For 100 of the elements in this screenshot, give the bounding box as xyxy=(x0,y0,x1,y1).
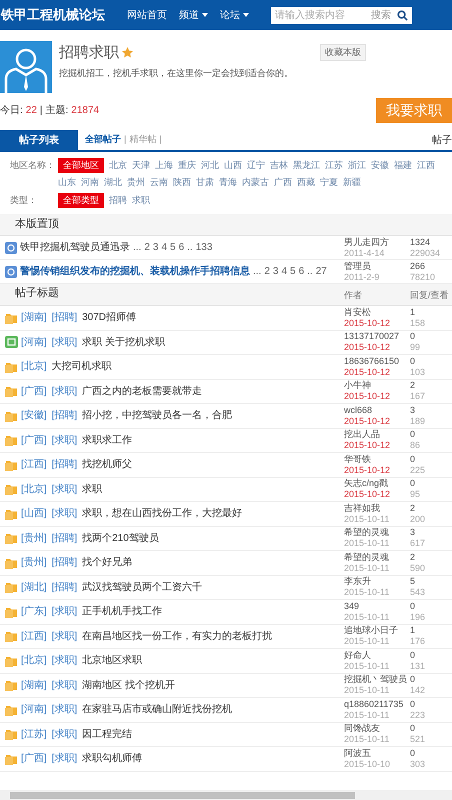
filter-option[interactable]: 陕西 xyxy=(173,175,191,190)
favorite-button[interactable]: 收藏本版 xyxy=(320,44,366,61)
filter-option[interactable]: 全部类型 xyxy=(58,193,104,208)
filter-option[interactable]: 安徽 xyxy=(371,158,389,173)
tag-link[interactable]: [求职] xyxy=(52,604,78,620)
tag-link[interactable]: [北京] xyxy=(21,482,47,497)
tag-link[interactable]: [求职] xyxy=(52,482,78,497)
author-name[interactable]: 小牛神 xyxy=(344,380,410,392)
filter-option[interactable]: 山东 xyxy=(58,175,76,190)
author-name[interactable]: 肖安松 xyxy=(344,306,410,318)
tag-link[interactable]: [求职] xyxy=(52,384,78,399)
thread-title[interactable]: 广西之内的老板需要就带走 xyxy=(82,384,202,399)
tag-link[interactable]: [江苏] xyxy=(21,726,47,742)
tag-link[interactable]: [求职] xyxy=(52,653,78,668)
filter-option[interactable]: 全部地区 xyxy=(58,158,104,173)
author-name[interactable]: 希望的灵魂 xyxy=(344,527,410,538)
thread-title[interactable]: 在南昌地区找一份工作，有实力的老板打扰 xyxy=(82,628,272,644)
tag-link[interactable]: [招聘] xyxy=(52,457,78,472)
thread-title[interactable]: 正手机机手找工作 xyxy=(82,604,162,620)
page-link[interactable]: 2 xyxy=(144,240,150,255)
search-icon[interactable] xyxy=(397,10,408,20)
filter-option[interactable]: 重庆 xyxy=(178,158,196,173)
tag-link[interactable]: [河南] xyxy=(21,334,47,350)
thread-title[interactable]: 因工程完结 xyxy=(82,726,132,742)
page-link[interactable]: .. xyxy=(307,264,313,279)
page-link[interactable]: 4 xyxy=(281,264,288,279)
tag-link[interactable]: [贵州] xyxy=(21,555,47,570)
author-name[interactable]: 同馋战友 xyxy=(344,723,410,734)
filter-option[interactable]: 江苏 xyxy=(325,158,343,173)
filter-option[interactable]: 甘肃 xyxy=(196,175,214,190)
tag-link[interactable]: [湖南] xyxy=(21,310,47,326)
tag-link[interactable]: [求职] xyxy=(52,726,78,742)
filter-option[interactable]: 黑龙江 xyxy=(293,158,320,173)
tag-link[interactable]: [北京] xyxy=(21,359,47,374)
page-link[interactable]: 3 xyxy=(272,264,278,279)
author-name[interactable]: 华哥铁 xyxy=(344,454,410,465)
filter-option[interactable]: 浙江 xyxy=(348,158,366,173)
author-name[interactable]: 挖出人品 xyxy=(344,429,410,440)
author-name[interactable]: 349 xyxy=(344,600,410,612)
thread-title[interactable]: 求职 关于挖机求职 xyxy=(82,334,165,350)
page-link[interactable]: ... xyxy=(133,240,142,255)
tag-link[interactable]: [求职] xyxy=(52,751,78,766)
page-link[interactable]: 4 xyxy=(161,240,168,255)
filter-tab[interactable]: 精华帖 xyxy=(129,133,156,147)
page-link[interactable]: 133 xyxy=(196,240,212,255)
filter-option[interactable]: 贵州 xyxy=(127,175,145,190)
author-name[interactable]: 矢志c/ng戳 xyxy=(344,478,410,490)
thread-title[interactable]: 湖南地区 找个挖机开 xyxy=(82,678,175,693)
filter-option[interactable]: 招聘 xyxy=(109,193,127,208)
search-field[interactable]: 请输入搜索内容 搜索 xyxy=(271,6,412,24)
filter-option[interactable]: 宁夏 xyxy=(320,175,338,190)
author-name[interactable]: 李东升 xyxy=(344,576,410,588)
tag-link[interactable]: [求职] xyxy=(52,334,78,350)
tag-link[interactable]: [江西] xyxy=(21,457,47,472)
author-name[interactable]: 希望的灵魂 xyxy=(344,552,410,563)
author-name[interactable]: 男儿走四方 xyxy=(344,236,410,248)
filter-option[interactable]: 山西 xyxy=(224,158,242,173)
page-link[interactable]: ... xyxy=(253,264,262,279)
tag-link[interactable]: [广西] xyxy=(21,432,47,448)
filter-option[interactable]: 云南 xyxy=(150,175,168,190)
filter-option[interactable]: 河南 xyxy=(81,175,99,190)
page-link[interactable]: 27 xyxy=(316,264,327,279)
filter-option[interactable]: 河北 xyxy=(201,158,219,173)
filter-option[interactable]: 求职 xyxy=(132,193,150,208)
page-link[interactable]: 5 xyxy=(170,240,176,255)
thread-title[interactable]: 找挖机师父 xyxy=(82,457,132,472)
filter-option[interactable]: 青海 xyxy=(219,175,237,190)
author-name[interactable]: 管理员 xyxy=(344,260,410,272)
tag-link[interactable]: [招聘] xyxy=(52,580,78,595)
thread-title[interactable]: 求职，想在山西找份工作，大挖最好 xyxy=(82,506,242,522)
tag-link[interactable]: [安徽] xyxy=(21,408,47,424)
filter-option[interactable]: 湖北 xyxy=(104,175,122,190)
author-name[interactable]: 18636766150 xyxy=(344,356,410,367)
tag-link[interactable]: [贵州] xyxy=(21,530,47,546)
thread-title[interactable]: 招小挖，中挖驾驶员各一名，合肥 xyxy=(82,408,232,424)
tag-link[interactable]: [求职] xyxy=(52,432,78,448)
filter-option[interactable]: 内蒙古 xyxy=(242,175,269,190)
tag-link[interactable]: [求职] xyxy=(52,628,78,644)
tag-link[interactable]: [河南] xyxy=(21,702,47,718)
tag-link[interactable]: [招聘] xyxy=(52,310,78,326)
scrollbar-thumb[interactable] xyxy=(10,792,355,798)
tag-link[interactable]: [湖南] xyxy=(21,678,47,693)
page-link[interactable]: 6 xyxy=(178,240,184,255)
author-name[interactable]: 追地球小日子 xyxy=(344,625,410,636)
tab[interactable]: 帖子列表 xyxy=(0,130,78,150)
tag-link[interactable]: [广东] xyxy=(21,604,47,620)
thread-title[interactable]: 307D招师傅 xyxy=(82,310,136,326)
tag-link[interactable]: [北京] xyxy=(21,653,47,668)
tag-link[interactable]: [招聘] xyxy=(52,530,78,546)
filter-option[interactable]: 江西 xyxy=(417,158,435,173)
page-link[interactable]: 3 xyxy=(152,240,158,255)
thread-title[interactable]: 找两个210驾驶员 xyxy=(82,530,159,546)
tag-link[interactable]: [招聘] xyxy=(52,408,78,424)
tag-link[interactable]: [广西] xyxy=(21,751,47,766)
tag-link[interactable]: [江西] xyxy=(21,628,47,644)
tag-link[interactable]: [求职] xyxy=(52,506,78,522)
author-name[interactable]: 阿波五 xyxy=(344,748,410,759)
filter-option[interactable]: 吉林 xyxy=(270,158,288,173)
page-link[interactable]: .. xyxy=(187,240,193,255)
tab[interactable]: 帖子 xyxy=(432,132,452,148)
